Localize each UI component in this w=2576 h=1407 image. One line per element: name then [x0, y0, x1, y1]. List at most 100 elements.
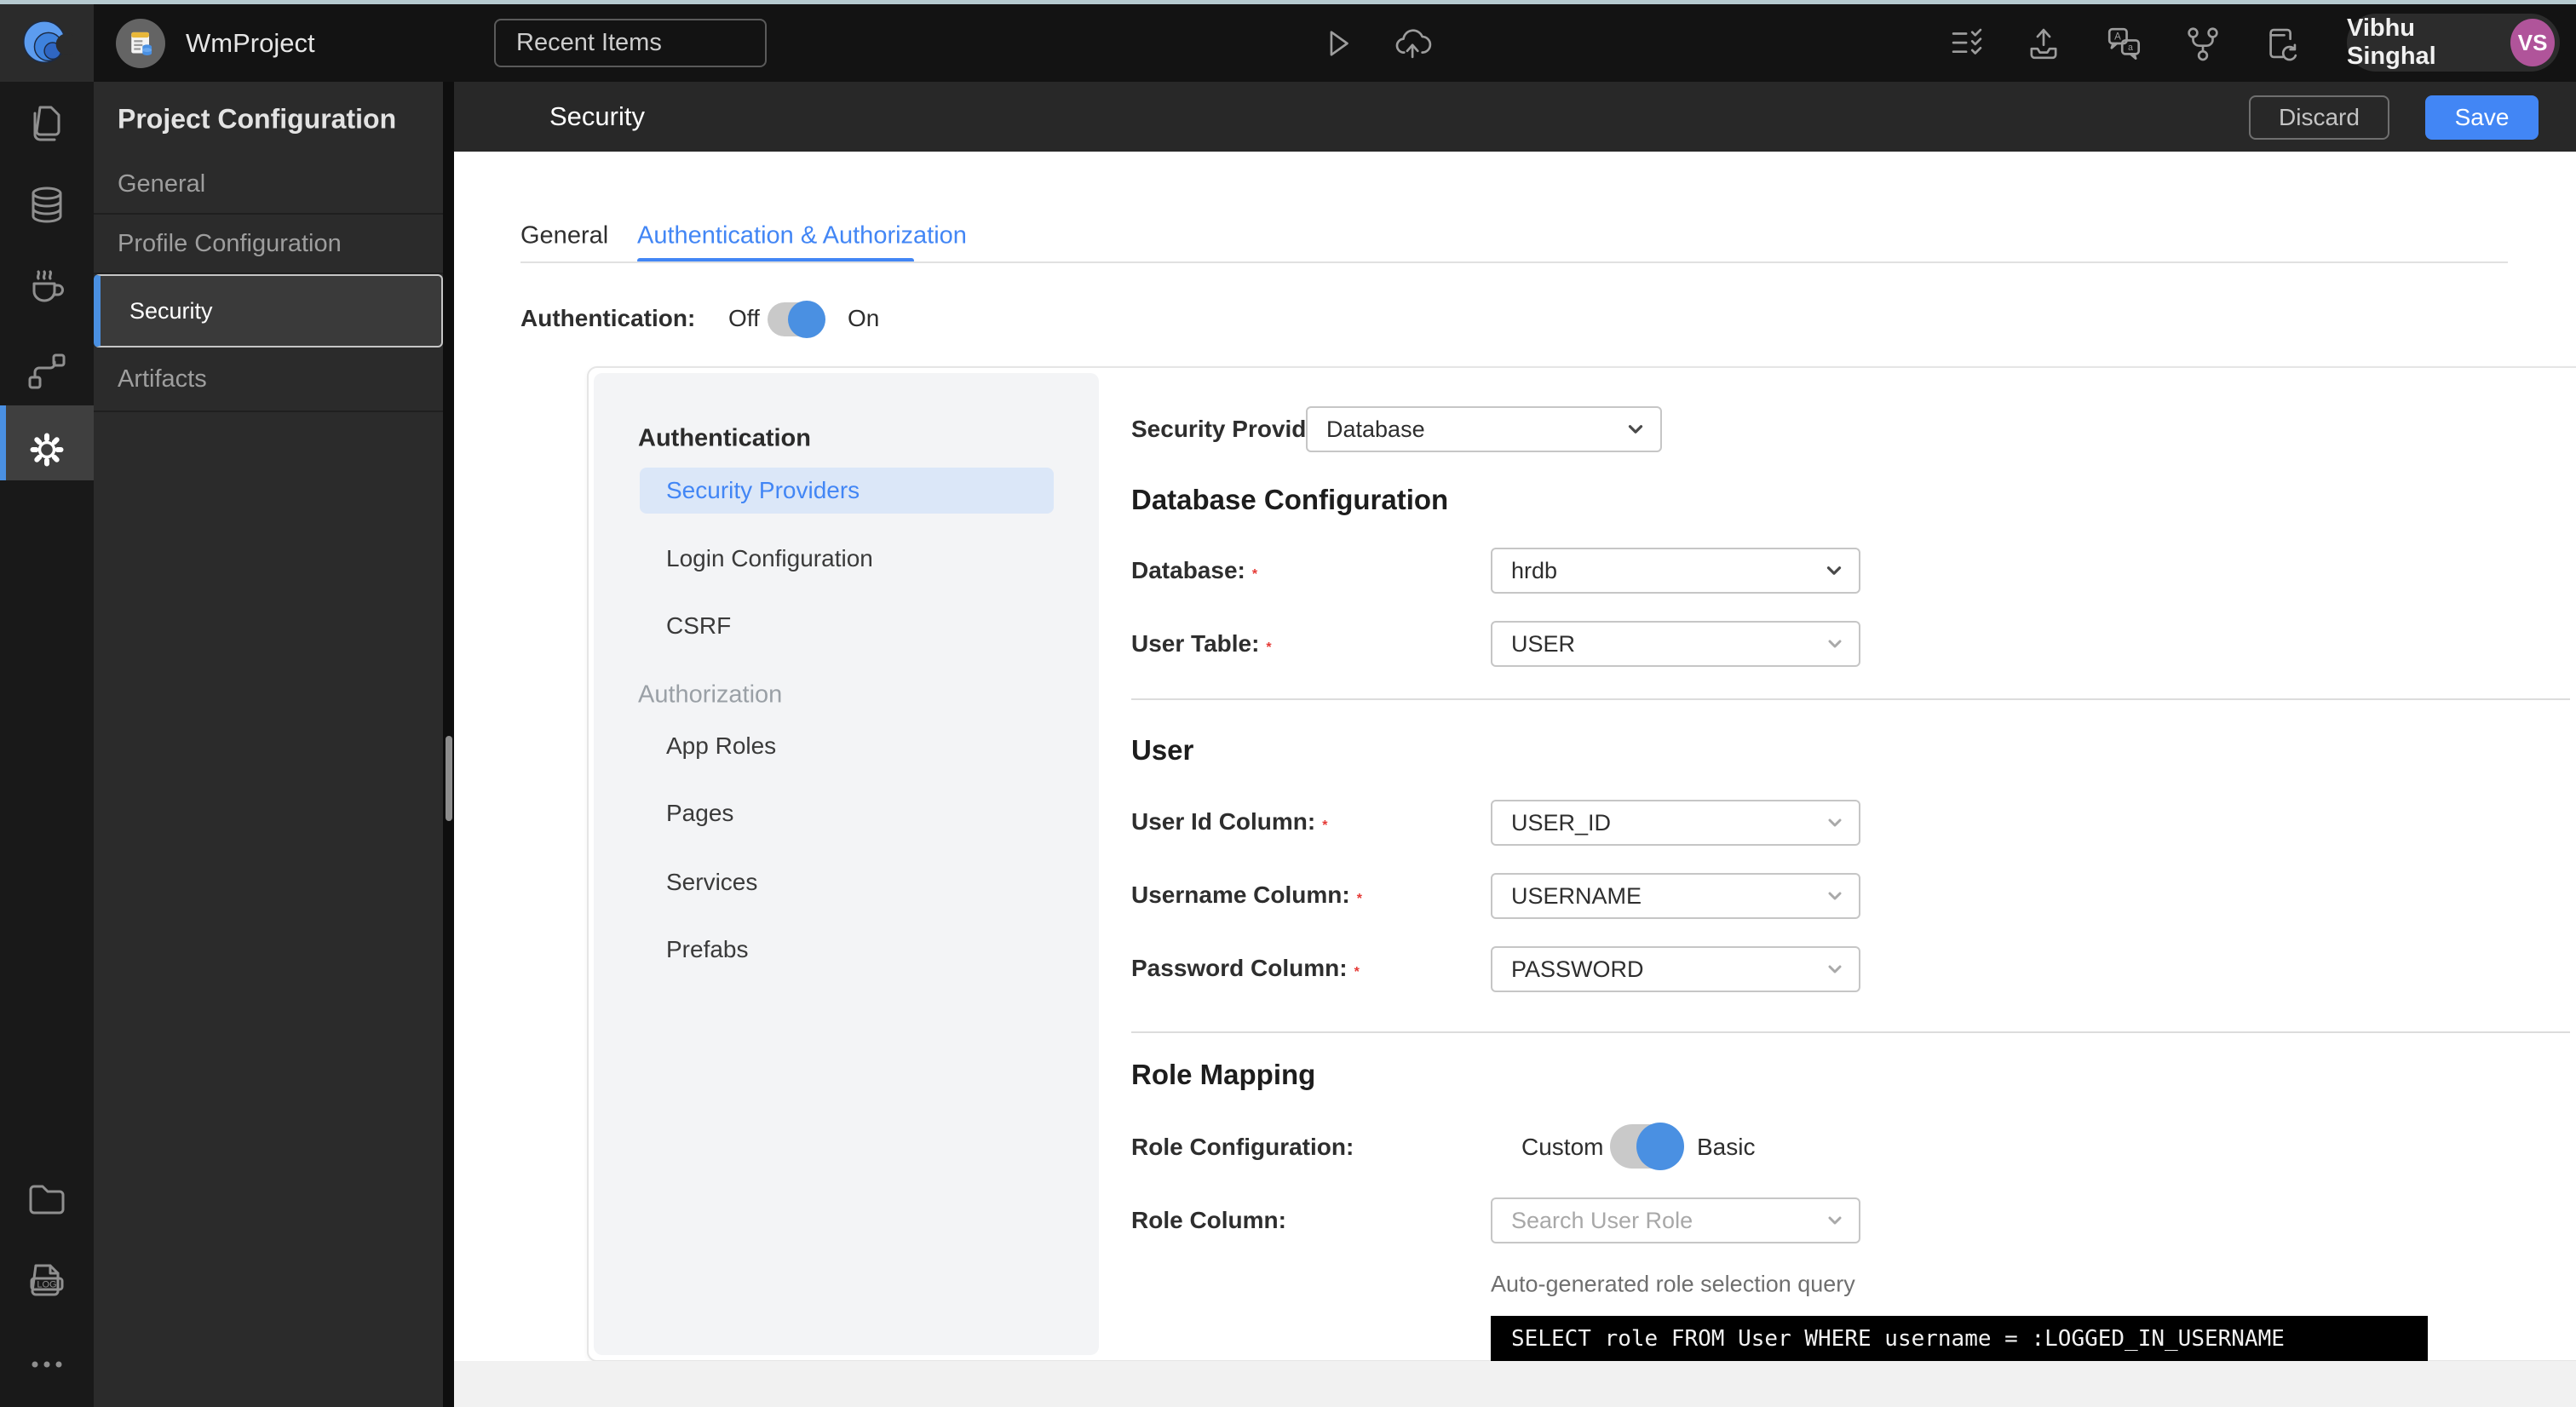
username-column-select[interactable]: USERNAME	[1491, 873, 1860, 919]
run-button[interactable]	[1318, 24, 1357, 63]
subnav-item-csrf[interactable]: CSRF	[666, 612, 731, 640]
role-configuration-label: Role Configuration:	[1131, 1134, 1354, 1160]
role-selection-query: SELECT role FROM User WHERE username = :…	[1491, 1316, 2428, 1362]
device-preview-button[interactable]	[2262, 24, 2301, 63]
subnav-item-prefabs[interactable]: Prefabs	[666, 936, 749, 963]
config-item-artifacts[interactable]: Artifacts	[94, 347, 443, 412]
user-name: Vibhu Singhal	[2347, 14, 2436, 70]
project-config-panel: Project Configuration General Profile Co…	[94, 82, 443, 1407]
svg-text:A: A	[2114, 32, 2121, 43]
pages-icon	[33, 106, 60, 141]
database-value: hrdb	[1511, 557, 1558, 583]
section-divider	[1131, 698, 2570, 700]
authentication-on-label: On	[848, 305, 880, 331]
rail-active-accent	[0, 405, 6, 480]
role-configuration-toggle-knob	[1636, 1123, 1684, 1170]
device-sync-icon	[2269, 28, 2297, 61]
rail-item-database[interactable]	[25, 184, 69, 228]
security-provider-label: Security Provider	[1131, 416, 1329, 442]
password-column-select[interactable]: PASSWORD	[1491, 946, 1860, 992]
chevron-down-icon	[1825, 813, 1845, 833]
subnav-item-app-roles[interactable]: App Roles	[666, 732, 776, 760]
project-name: WmProject	[186, 27, 315, 58]
role-column-select[interactable]: Search User Role	[1491, 1197, 1860, 1243]
rail-item-apis[interactable]	[25, 349, 69, 393]
settings-gear-icon	[30, 433, 64, 467]
role-column-label: Role Column:	[1131, 1207, 1286, 1233]
security-providers-card: Authentication Security Providers Login …	[587, 366, 2576, 1362]
rail-item-java-services[interactable]	[25, 264, 69, 308]
page-title: Security	[549, 101, 645, 131]
chevron-down-icon	[1825, 1210, 1845, 1231]
rail-item-pages[interactable]	[25, 101, 69, 146]
user-menu[interactable]: Vibhu Singhal VS	[2347, 14, 2560, 72]
rail-item-logs[interactable]: LOG	[25, 1259, 69, 1303]
localization-button[interactable]: A a	[2104, 24, 2143, 63]
rail-item-settings[interactable]	[25, 428, 69, 472]
panel-title: Project Configuration	[118, 103, 397, 135]
security-provider-value: Database	[1326, 416, 1425, 442]
page-header: Security Discard Save	[454, 82, 2576, 152]
role-configuration-basic-label: Basic	[1697, 1134, 1756, 1160]
user-table-select[interactable]: USER	[1491, 621, 1860, 667]
config-item-security[interactable]: Security	[94, 274, 443, 347]
password-column-value: PASSWORD	[1511, 956, 1644, 982]
save-button[interactable]: Save	[2425, 95, 2539, 140]
discard-button[interactable]: Discard	[2249, 95, 2389, 140]
security-provider-select[interactable]: Database	[1306, 406, 1662, 452]
database-select[interactable]: hrdb	[1491, 548, 1860, 594]
user-id-column-value: USER_ID	[1511, 809, 1612, 836]
user-id-column-select[interactable]: USER_ID	[1491, 800, 1860, 846]
config-item-general[interactable]: General	[94, 155, 443, 215]
username-column-label: Username Column: *	[1131, 882, 1362, 908]
scrollbar-handle[interactable]	[446, 736, 452, 821]
recent-items-dropdown[interactable]: Recent Items	[494, 19, 767, 67]
query-caption: Auto-generated role selection query	[1491, 1271, 1855, 1297]
project-avatar[interactable]	[116, 19, 165, 68]
username-column-value: USERNAME	[1511, 882, 1642, 909]
rail-item-files[interactable]	[25, 1177, 69, 1221]
user-table-value: USER	[1511, 630, 1576, 657]
required-asterisk: *	[1251, 567, 1258, 582]
subnav-item-services[interactable]: Services	[666, 869, 757, 896]
publish-icon	[2030, 28, 2057, 60]
authentication-label: Authentication:	[520, 305, 696, 331]
folder-icon	[29, 1185, 65, 1215]
apis-icon	[28, 353, 66, 389]
version-control-button[interactable]	[2183, 24, 2222, 63]
config-item-profile-configuration[interactable]: Profile Configuration	[94, 215, 443, 274]
subnav-heading-authorization: Authorization	[638, 681, 783, 709]
publish-button[interactable]	[2024, 24, 2063, 63]
user-id-column-label: User Id Column: *	[1131, 808, 1328, 835]
subnav-item-pages[interactable]: Pages	[666, 800, 733, 827]
user-avatar: VS	[2510, 19, 2555, 66]
tabs-divider	[520, 261, 2508, 263]
rail-item-more[interactable]	[25, 1342, 69, 1387]
role-mapping-heading: Role Mapping	[1131, 1059, 1316, 1090]
subnav-heading-authentication: Authentication	[638, 424, 811, 452]
chevron-down-icon	[1823, 560, 1845, 582]
chevron-down-icon	[1825, 886, 1845, 906]
project-avatar-icon	[131, 32, 152, 55]
topbar: WmProject Recent Items A a Vibhu Singhal…	[0, 4, 2576, 82]
chevron-down-icon	[1825, 634, 1845, 654]
database-label: Database: *	[1131, 557, 1258, 583]
tab-general[interactable]: General	[520, 222, 608, 250]
tasks-button[interactable]	[1947, 24, 1987, 63]
role-column-placeholder: Search User Role	[1511, 1207, 1693, 1233]
checklist-icon	[1952, 28, 1982, 55]
role-configuration-toggle[interactable]	[1610, 1123, 1684, 1170]
section-divider	[1131, 1031, 2570, 1033]
authentication-toggle[interactable]	[768, 301, 825, 338]
tab-authentication-authorization[interactable]: Authentication & Authorization	[637, 222, 967, 250]
deploy-button[interactable]	[1392, 24, 1432, 63]
wavemaker-logo[interactable]	[0, 4, 94, 82]
password-column-label: Password Column: *	[1131, 955, 1360, 981]
subnav-item-login-configuration[interactable]: Login Configuration	[666, 545, 873, 572]
required-asterisk: *	[1356, 892, 1362, 906]
wavemaker-logo-icon	[23, 20, 73, 63]
database-configuration-heading: Database Configuration	[1131, 484, 1449, 515]
play-icon	[1330, 31, 1348, 56]
subnav-item-security-providers[interactable]: Security Providers	[640, 468, 1054, 514]
required-asterisk: *	[1322, 818, 1328, 833]
